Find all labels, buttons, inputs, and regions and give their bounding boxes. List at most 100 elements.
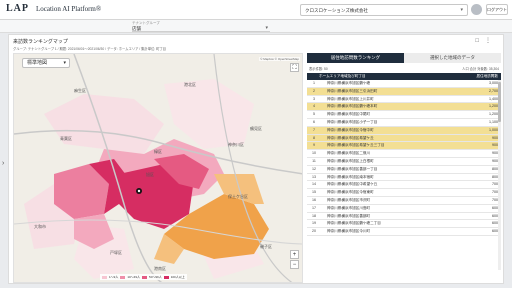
panel-controls: □⋮ [475,37,497,44]
table-row[interactable]: 16 神奈川県横浜市旭区市沢町 700 [307,197,501,205]
row-area: 神奈川県横浜市旭区今宿東町 [327,190,374,195]
legend-swatch [102,275,107,279]
table-row[interactable]: 14 神奈川県横浜市旭区中希望ケ丘 700 [307,181,501,190]
table-row[interactable]: 18 神奈川県横浜市旭区善部町 600 [307,213,501,221]
legend-swatch [163,275,169,279]
row-area: 神奈川県横浜市旭区市沢町 [327,197,371,202]
ranking-map-panel: 来訪数ランキングマップ □⋮ グループ: テナントグループ 1 / 期間: 20… [8,34,504,284]
chevron-down-icon: ▾ [63,60,66,66]
chevron-down-icon: ▾ [460,7,463,13]
panel-description: グループ: テナントグループ 1 / 期間: 2021/06/01〜2021/0… [13,47,167,51]
table-row[interactable]: 20 神奈川県横浜市旭区今川町 600 [307,228,501,236]
row-value: 1,000 [489,127,498,132]
table-row[interactable]: 12 神奈川県横浜市旭区善部一丁目 800 [307,166,501,174]
place-label: 旭区 [146,172,154,177]
row-rank: 18 [312,213,316,218]
logout-button[interactable]: ログアウト [486,4,508,15]
table-row[interactable]: 19 神奈川県横浜市旭区鶴ケ峰二丁目 600 [307,220,501,229]
place-label: 磯子区 [260,244,272,249]
tenant-value: 店舗 [132,26,141,31]
table-row[interactable]: 11 神奈川県横浜市旭区上白根町 900 [307,158,501,166]
row-area: 神奈川県横浜市旭区鶴ケ峰本町 [327,104,378,109]
company-select[interactable]: クロスロケーションズ株式会社 ▾ [300,4,468,16]
maximize-icon[interactable]: □ [475,38,485,44]
table-row[interactable]: 8 神奈川県横浜市旭区希望ケ丘 900 [307,134,501,143]
table-row[interactable]: 1 神奈川県横浜市旭区鶴ケ峰 3,000 [307,80,501,88]
scrollbar-thumb[interactable] [498,82,501,122]
chevron-down-icon: ▾ [265,25,268,31]
row-value: 1,200 [489,112,498,117]
tenant-bar: テナントグループ 店舗 ▾ [0,20,512,33]
map-type-select[interactable]: 標準地図 ▾ [22,58,70,68]
legend-label: 10〜49人 [127,275,141,279]
table-row[interactable]: 6 神奈川県横浜市旭区小子一丁目 1,100 [307,119,501,127]
row-area: 神奈川県横浜市旭区希望ケ丘 [327,135,374,140]
row-rank: 4 [313,104,315,109]
row-rank: 11 [312,158,316,163]
row-value: 1,200 [489,104,498,109]
place-label: 港北区 [184,82,196,87]
row-rank: 7 [313,127,315,132]
row-value: 2,700 [489,88,498,93]
row-rank: 6 [313,119,315,124]
row-area: 神奈川県横浜市旭区善部町 [327,213,371,218]
row-rank: 10 [312,151,316,156]
table-row[interactable]: 17 神奈川県横浜市旭区川島町 600 [307,205,501,213]
place-label: 港南区 [154,266,166,271]
table-row[interactable]: 3 神奈川県横浜市旭区上川井町 1,400 [307,96,501,104]
row-area: 神奈川県横浜市旭区鶴ケ峰二丁目 [327,221,381,226]
sidebar-expand-icon[interactable]: › [2,160,4,167]
row-area: 神奈川県横浜市旭区二俣川 [327,151,371,156]
row-area: 神奈川県横浜市旭区今宿中町 [327,127,374,132]
ranking-tabs: 居住地訪問数ランキング 選択した地域のデータ [307,53,501,63]
zoom-out-icon[interactable]: − [290,260,299,269]
row-rank: 15 [312,190,316,195]
table-row[interactable]: 13 神奈川県横浜市旭区南本宿町 800 [307,174,501,182]
place-label: 大和市 [34,224,46,229]
tenant-select[interactable]: 店舗 ▾ [132,25,270,32]
row-rank: 9 [313,143,315,148]
place-label: 戸塚区 [110,250,122,255]
table-row[interactable]: 5 神奈川県横浜市旭区中尾町 1,200 [307,111,501,119]
row-area: 神奈川県横浜市旭区南本宿町 [327,174,374,179]
ranking-scrollbar[interactable] [498,80,501,270]
table-row[interactable]: 2 神奈川県横浜市旭区三引浜田町 2,700 [307,87,501,96]
lap-logo: LAP [6,3,29,14]
row-area: 神奈川県横浜市旭区希望ケ丘三丁目 [327,143,385,148]
row-rank: 12 [312,166,316,171]
table-row[interactable]: 10 神奈川県横浜市旭区二俣川 900 [307,150,501,158]
row-area: 神奈川県横浜市旭区上白根町 [327,158,374,163]
row-rank: 16 [312,197,316,202]
product-name: Location AI Platform® [36,5,102,13]
legend-label: 100人以上 [170,275,185,279]
row-area: 神奈川県横浜市旭区上川井町 [327,96,374,101]
row-value: 1,100 [489,119,498,124]
place-label: 麻生区 [74,88,86,93]
tab-selected-area[interactable]: 選択した地域のデータ [404,53,501,63]
map-legend: 1〜9人 10〜49人 50〜99人 100人以上 [100,274,187,280]
legend-label: 1〜9人 [109,275,119,279]
fullscreen-icon[interactable]: ⛶ [290,63,299,72]
table-row[interactable]: 7 神奈川県横浜市旭区今宿中町 1,000 [307,126,501,135]
row-area: 神奈川県横浜市旭区川島町 [327,205,371,210]
map-view[interactable]: 標準地図 ▾ © Mapbox © OpenStreetMap ⛶ 港北区 麻生… [13,53,303,283]
place-label: 神奈川区 [228,142,244,147]
more-icon[interactable]: ⋮ [485,38,497,44]
table-row[interactable]: 15 神奈川県横浜市旭区今宿東町 700 [307,189,501,197]
row-rank: 20 [312,229,316,234]
company-name: クロスロケーションズ株式会社 [305,8,368,13]
ranking-panel: 居住地訪問数ランキング 選択した地域のデータ 表示件数: 50 人口 合計 対象… [307,53,501,283]
row-area: 神奈川県横浜市旭区鶴ケ峰 [327,81,371,85]
zoom-in-icon[interactable]: + [290,250,299,259]
place-label: 緑区 [154,149,162,154]
row-rank: 2 [313,88,315,93]
avatar[interactable] [471,4,482,15]
row-rank: 14 [312,182,316,187]
row-value: 3,000 [489,81,498,85]
table-row[interactable]: 4 神奈川県横浜市旭区鶴ケ峰本町 1,200 [307,103,501,112]
tab-ranking[interactable]: 居住地訪問数ランキング [307,53,404,63]
row-rank: 1 [313,81,315,85]
row-area: 神奈川県横浜市旭区今川町 [327,229,371,234]
table-row[interactable]: 9 神奈川県横浜市旭区希望ケ丘三丁目 900 [307,142,501,151]
row-area: 神奈川県横浜市旭区小子一丁目 [327,119,378,124]
